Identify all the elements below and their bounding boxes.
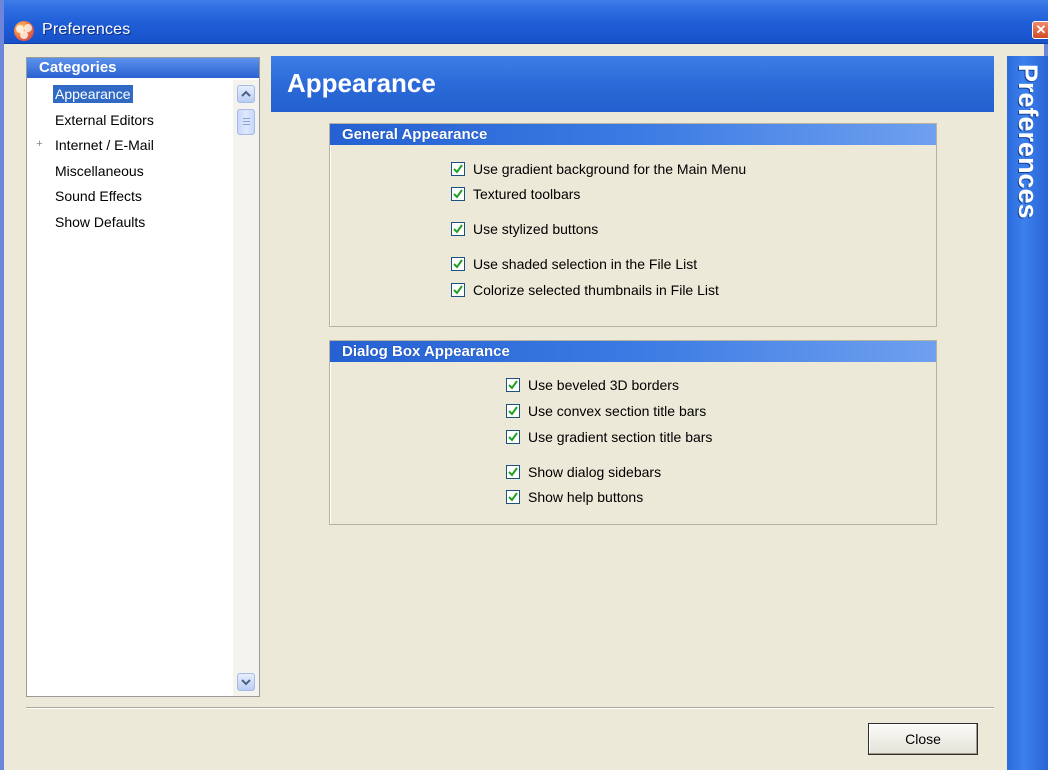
option-label: Use gradient section title bars xyxy=(528,429,713,445)
option-label: Use stylized buttons xyxy=(473,221,599,237)
app-icon xyxy=(14,21,34,41)
option-label: Use shaded selection in the File List xyxy=(473,256,698,272)
checkmark-icon xyxy=(508,432,518,442)
option-label: Use gradient background for the Main Men… xyxy=(473,161,747,177)
categories-list: Appearance External Editors + Internet /… xyxy=(27,82,231,235)
checkmark-icon xyxy=(508,492,518,502)
categories-scrollbar[interactable] xyxy=(233,80,259,696)
scroll-thumb[interactable] xyxy=(237,109,255,135)
option-label: Show dialog sidebars xyxy=(528,464,662,480)
category-item-external-editors[interactable]: External Editors xyxy=(27,108,231,134)
checkbox[interactable] xyxy=(506,430,520,444)
checkbox[interactable] xyxy=(451,187,465,201)
close-button[interactable]: Close xyxy=(868,723,978,755)
checkmark-icon xyxy=(453,285,463,295)
checkbox[interactable] xyxy=(451,283,465,297)
checkbox[interactable] xyxy=(506,490,520,504)
checkbox[interactable] xyxy=(451,222,465,236)
checkmark-icon xyxy=(453,259,463,269)
option-label: Use beveled 3D borders xyxy=(528,377,679,393)
section-title: General Appearance xyxy=(330,124,936,145)
scroll-up-button[interactable] xyxy=(237,85,255,103)
general-appearance-section: General Appearance Use gradient backgrou… xyxy=(329,123,937,327)
dialog-sidebar: Preferences xyxy=(1007,56,1048,770)
checkbox[interactable] xyxy=(506,465,520,479)
sidebar-title: Preferences xyxy=(1013,64,1043,219)
category-item-appearance[interactable]: Appearance xyxy=(27,82,231,108)
scroll-down-button[interactable] xyxy=(237,673,255,691)
checkbox[interactable] xyxy=(506,378,520,392)
option-label: Colorize selected thumbnails in File Lis… xyxy=(473,282,719,298)
category-item-internet-email[interactable]: + Internet / E-Mail xyxy=(27,133,231,159)
checkmark-icon xyxy=(453,189,463,199)
category-item-show-defaults[interactable]: Show Defaults xyxy=(27,210,231,236)
categories-header: Categories xyxy=(27,58,259,78)
checkmark-icon xyxy=(453,224,463,234)
section-title: Dialog Box Appearance xyxy=(330,341,936,362)
category-item-sound-effects[interactable]: Sound Effects xyxy=(27,184,231,210)
preferences-window: Preferences ✕ Categories Appearance Exte… xyxy=(0,0,1048,770)
footer-divider xyxy=(26,707,994,709)
chevron-down-icon xyxy=(241,679,251,686)
page-header: Appearance xyxy=(271,56,994,112)
checkbox[interactable] xyxy=(506,404,520,418)
checkmark-icon xyxy=(508,467,518,477)
checkbox[interactable] xyxy=(451,162,465,176)
option-label: Use convex section title bars xyxy=(528,403,707,419)
checkmark-icon xyxy=(508,380,518,390)
checkbox[interactable] xyxy=(451,257,465,271)
category-item-label: Sound Effects xyxy=(55,188,142,204)
title-bar[interactable]: Preferences ✕ xyxy=(4,0,1048,44)
category-item-miscellaneous[interactable]: Miscellaneous xyxy=(27,159,231,185)
window-title: Preferences xyxy=(42,21,131,38)
checkmark-icon xyxy=(453,164,463,174)
option-label: Textured toolbars xyxy=(473,186,581,202)
option-label: Show help buttons xyxy=(528,489,644,505)
categories-panel: Categories Appearance External Editors +… xyxy=(26,57,260,697)
page-title: Appearance xyxy=(287,68,436,98)
close-icon[interactable]: ✕ xyxy=(1032,21,1048,39)
category-item-label: Miscellaneous xyxy=(55,162,144,179)
checkmark-icon xyxy=(508,406,518,416)
category-item-label: Show Defaults xyxy=(55,213,146,230)
chevron-up-icon xyxy=(241,90,251,97)
category-item-label: Appearance xyxy=(53,85,133,103)
dialog-box-appearance-section: Dialog Box Appearance Use beveled 3D bor… xyxy=(329,340,937,525)
category-item-label: Internet / E-Mail xyxy=(55,137,154,153)
category-item-label: External Editors xyxy=(55,111,154,128)
expand-icon[interactable]: + xyxy=(35,139,44,150)
